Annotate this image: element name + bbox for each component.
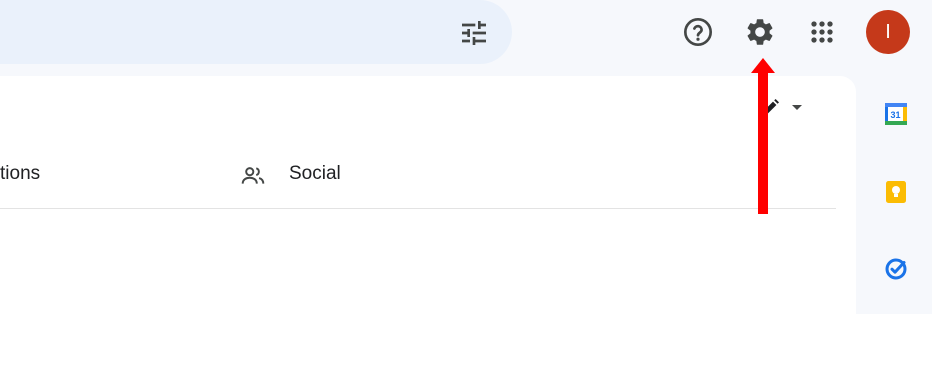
caret-down-icon (792, 105, 802, 110)
help-icon[interactable] (682, 16, 714, 48)
account-avatar[interactable]: I (866, 10, 910, 54)
tab-label: tions (0, 163, 41, 184)
category-tabs: tions Social (0, 146, 836, 209)
tab-social[interactable]: Social (238, 146, 398, 208)
tune-icon[interactable] (458, 17, 490, 49)
keep-icon[interactable] (884, 180, 908, 204)
search-bar[interactable] (0, 0, 512, 64)
main-content-panel (0, 76, 856, 375)
annotation-arrow (751, 58, 775, 214)
calendar-icon[interactable]: 31 (884, 102, 908, 126)
tab-label: Social (289, 163, 341, 184)
tasks-icon[interactable] (884, 257, 908, 281)
svg-text:31: 31 (890, 110, 900, 120)
people-icon (241, 167, 265, 184)
tab-promotions[interactable]: tions (0, 146, 200, 208)
gear-icon[interactable] (744, 16, 776, 48)
apps-grid-icon[interactable] (806, 16, 838, 48)
